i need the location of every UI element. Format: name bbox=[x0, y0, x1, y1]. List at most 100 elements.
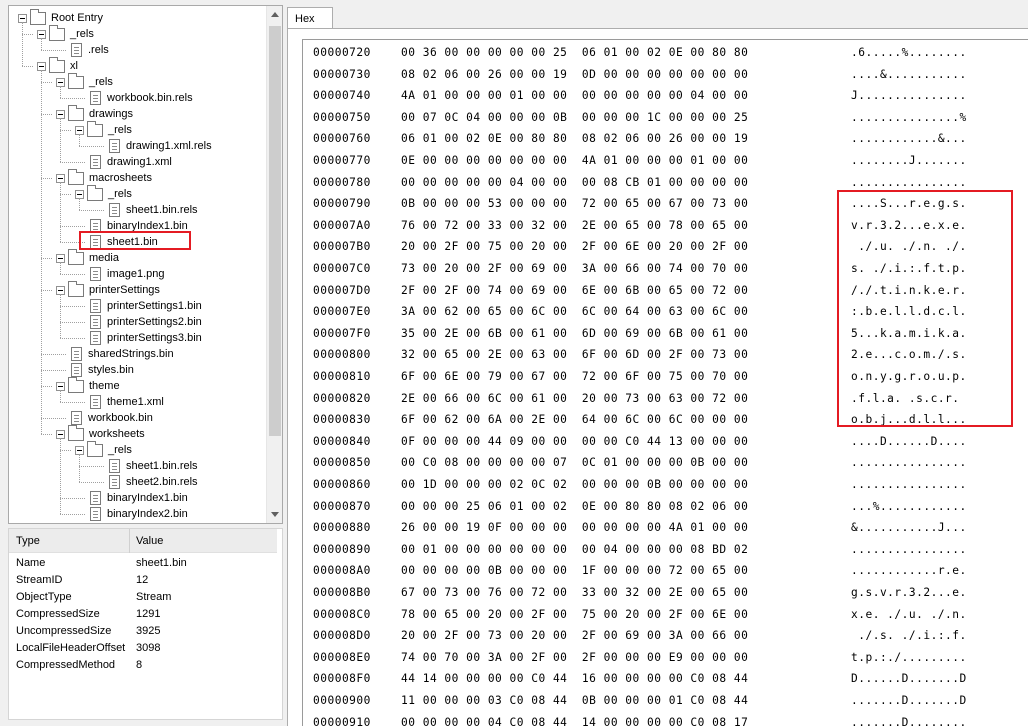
tree-file-node[interactable]: binaryIndex1.bin bbox=[90, 490, 190, 506]
file-icon bbox=[90, 491, 101, 505]
tree-connector bbox=[41, 178, 52, 179]
hex-offset: 00000870 bbox=[313, 499, 371, 513]
tab-hex[interactable]: Hex bbox=[287, 7, 333, 29]
tree-folder-node[interactable]: _rels bbox=[75, 440, 134, 458]
tree-file-node[interactable]: drawing1.xml bbox=[90, 154, 174, 170]
property-row[interactable]: Name sheet1.bin bbox=[9, 555, 277, 572]
hex-offset: 00000800 bbox=[313, 348, 371, 362]
tree-connector bbox=[79, 482, 104, 483]
tree-file-node[interactable]: workbook.bin bbox=[71, 410, 155, 426]
type-column-header[interactable]: Type bbox=[16, 535, 40, 547]
tree-connector bbox=[60, 402, 85, 403]
tree-node-label: theme bbox=[89, 380, 120, 392]
tree-file-node[interactable]: sheet1.bin.rels bbox=[109, 458, 200, 474]
hex-bytes: 00 1D 00 00 00 02 0C 02 00 00 00 0B 00 0… bbox=[401, 478, 749, 491]
scroll-down-icon[interactable] bbox=[271, 512, 279, 517]
tree-file-node[interactable]: printerSettings3.bin bbox=[90, 330, 204, 346]
tree-file-node[interactable]: workbook.bin.rels bbox=[90, 90, 195, 106]
folder-icon bbox=[87, 120, 103, 137]
folder-icon bbox=[68, 424, 84, 441]
tree-node-label: printerSettings3.bin bbox=[107, 332, 202, 344]
hex-offset: 000008C0 bbox=[313, 607, 371, 621]
property-name: UncompressedSize bbox=[16, 625, 112, 637]
tree-file-node[interactable]: sharedStrings.bin bbox=[71, 346, 176, 362]
tree-guide-line bbox=[60, 390, 61, 402]
tree-folder-node[interactable]: worksheets bbox=[56, 424, 147, 442]
tree-connector bbox=[60, 226, 85, 227]
property-row[interactable]: CompressedMethod 8 bbox=[9, 657, 277, 674]
tree-file-node[interactable]: styles.bin bbox=[71, 362, 136, 378]
tree-folder-node[interactable]: _rels bbox=[75, 184, 134, 202]
stream-tree-view[interactable]: Root Entry _rels .rels xl _rels workbook.bin.… bbox=[8, 5, 283, 524]
hex-bytes: 35 00 2E 00 6B 00 61 00 6D 00 69 00 6B 0… bbox=[401, 326, 749, 340]
file-icon bbox=[71, 363, 82, 377]
property-row[interactable]: UncompressedSize 3925 bbox=[9, 623, 277, 640]
tree-file-node[interactable]: .rels bbox=[71, 42, 111, 58]
hex-bytes: 11 00 00 00 03 C0 08 44 0B 00 00 00 01 C… bbox=[401, 694, 749, 707]
tree-file-node[interactable]: sheet2.bin.rels bbox=[109, 474, 200, 490]
hex-offset: 00000880 bbox=[313, 521, 371, 535]
tree-node-label: printerSettings1.bin bbox=[107, 300, 202, 312]
scroll-up-icon[interactable] bbox=[271, 12, 279, 17]
file-icon bbox=[90, 299, 101, 313]
ascii-text: ................ bbox=[851, 456, 967, 470]
ascii-text: ................ bbox=[851, 478, 967, 491]
property-row[interactable]: CompressedSize 1291 bbox=[9, 606, 277, 623]
hex-offset: 00000780 bbox=[313, 175, 371, 189]
ascii-text: ........J....... bbox=[851, 154, 967, 167]
tree-file-node[interactable]: theme1.xml bbox=[90, 394, 166, 410]
property-value: sheet1.bin bbox=[136, 557, 187, 569]
tree-folder-node[interactable]: Root Entry bbox=[18, 8, 105, 26]
property-name: CompressedSize bbox=[16, 608, 100, 620]
tree-file-node[interactable]: image1.png bbox=[90, 266, 167, 282]
value-column-header[interactable]: Value bbox=[136, 535, 163, 547]
tree-connector bbox=[60, 194, 71, 195]
tree-folder-node[interactable]: theme bbox=[56, 376, 122, 394]
hex-bytes: 73 00 20 00 2F 00 69 00 3A 00 66 00 74 0… bbox=[401, 262, 749, 275]
tree-node-label: sheet1.bin.rels bbox=[126, 460, 198, 472]
tree-node-label: _rels bbox=[70, 28, 94, 40]
tree-guide-line bbox=[60, 294, 61, 338]
tree-connector bbox=[41, 82, 52, 83]
tree-file-node[interactable]: printerSettings2.bin bbox=[90, 314, 204, 330]
tree-connector bbox=[22, 34, 33, 35]
scroll-thumb[interactable] bbox=[269, 26, 281, 436]
hex-bytes: 2F 00 2F 00 74 00 69 00 6E 00 6B 00 65 0… bbox=[401, 283, 749, 297]
tree-folder-node[interactable]: _rels bbox=[37, 24, 96, 42]
tree-folder-node[interactable]: media bbox=[56, 248, 121, 266]
folder-icon bbox=[68, 72, 84, 89]
file-icon bbox=[90, 267, 101, 281]
property-name: LocalFileHeaderOffset bbox=[16, 642, 126, 654]
tree-folder-node[interactable]: _rels bbox=[75, 120, 134, 138]
tree-file-node[interactable]: printerSettings1.bin bbox=[90, 298, 204, 314]
file-icon bbox=[90, 315, 101, 329]
tree-connector bbox=[41, 418, 66, 419]
hex-offset: 00000760 bbox=[313, 132, 371, 146]
file-icon bbox=[90, 155, 101, 169]
tree-folder-node[interactable]: macrosheets bbox=[56, 168, 154, 186]
tree-connector bbox=[60, 130, 71, 131]
tree-connector bbox=[79, 146, 104, 147]
file-icon bbox=[109, 475, 120, 489]
file-icon bbox=[90, 331, 101, 345]
tree-folder-node[interactable]: printerSettings bbox=[56, 280, 162, 298]
ascii-text: .6.....%........ bbox=[851, 46, 967, 59]
hex-offset: 00000740 bbox=[313, 89, 371, 103]
tree-node-label: worksheets bbox=[89, 428, 145, 440]
tree-vertical-scrollbar[interactable] bbox=[266, 6, 282, 523]
tree-file-node[interactable]: sheet1.bin.rels bbox=[109, 202, 200, 218]
tree-file-node[interactable]: binaryIndex2.bin bbox=[90, 506, 190, 522]
property-row[interactable]: ObjectType Stream bbox=[9, 589, 277, 606]
ascii-text: J............... bbox=[851, 89, 967, 103]
tree-folder-node[interactable]: _rels bbox=[56, 72, 115, 90]
tree-node-label: media bbox=[89, 252, 119, 264]
property-row[interactable]: StreamID 12 bbox=[9, 572, 277, 589]
properties-header: Type Value bbox=[9, 529, 277, 553]
hex-bytes: 0E 00 00 00 00 00 00 00 4A 01 00 00 00 0… bbox=[401, 154, 749, 167]
property-row[interactable]: LocalFileHeaderOffset 3098 bbox=[9, 640, 277, 657]
hex-bytes: 00 00 00 00 0B 00 00 00 1F 00 00 00 72 0… bbox=[401, 564, 749, 578]
tree-file-node[interactable]: drawing1.xml.rels bbox=[109, 138, 214, 154]
tree-node-label: workbook.bin.rels bbox=[107, 92, 193, 104]
tree-guide-line bbox=[60, 118, 61, 162]
column-divider[interactable] bbox=[129, 529, 130, 553]
